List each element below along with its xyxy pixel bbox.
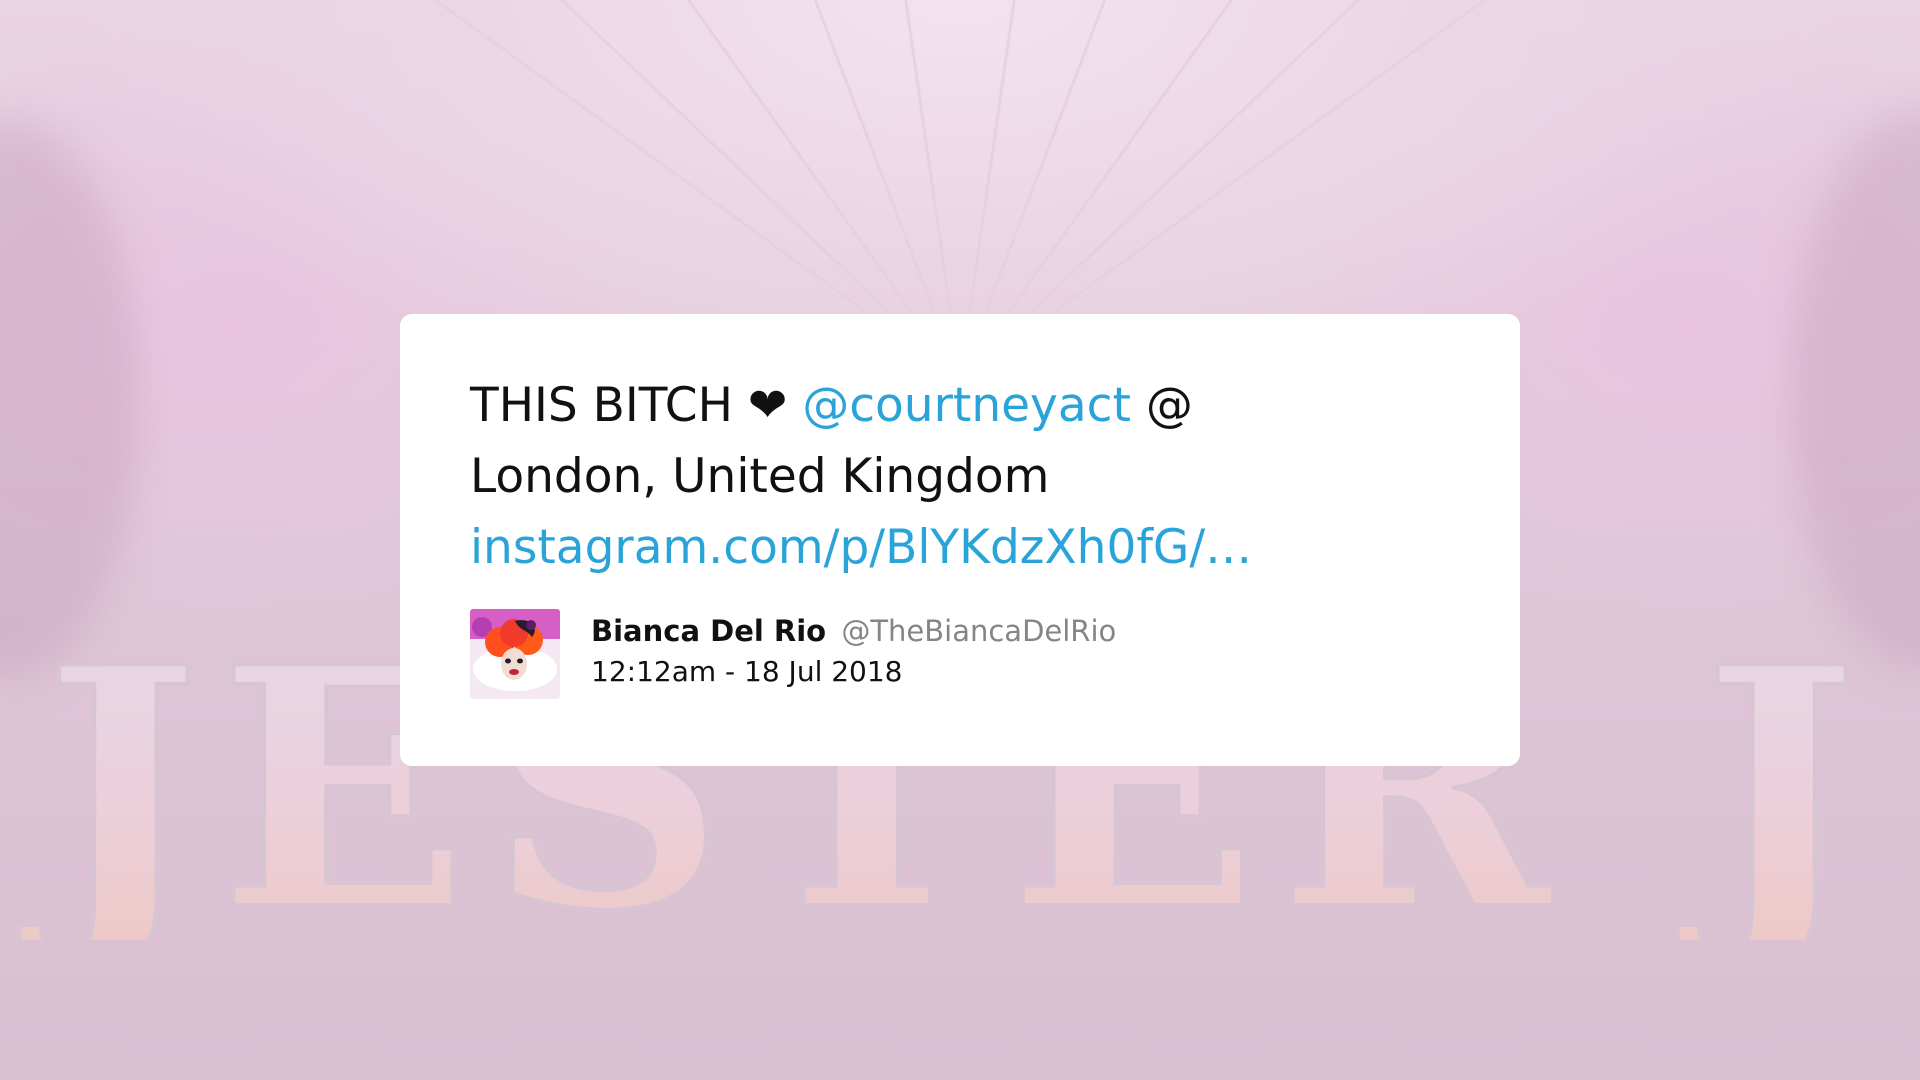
tweet-text: THIS BITCH ❤ @courtneyact @ London, Unit… <box>470 370 1370 583</box>
mention-link[interactable]: @courtneyact <box>802 378 1131 433</box>
tweet-text-prefix: THIS BITCH <box>470 378 748 433</box>
instagram-link[interactable]: instagram.com/p/BlYKdzXh0fG/… <box>470 520 1252 575</box>
tweet-card: THIS BITCH ❤ @courtneyact @ London, Unit… <box>400 314 1520 766</box>
author-name[interactable]: Bianca Del Rio <box>591 614 826 648</box>
author-line: Bianca Del Rio @TheBiancaDelRio <box>591 611 1116 651</box>
avatar[interactable] <box>470 609 560 699</box>
heart-icon: ❤ <box>747 378 788 433</box>
avatar-icon <box>470 609 560 699</box>
tweet-footer: Bianca Del Rio @TheBiancaDelRio 12:12am … <box>470 609 1450 699</box>
tweet-timestamp[interactable]: 12:12am - 18 Jul 2018 <box>591 652 1116 692</box>
author-handle[interactable]: @TheBiancaDelRio <box>841 614 1116 648</box>
author-info: Bianca Del Rio @TheBiancaDelRio 12:12am … <box>591 611 1116 692</box>
